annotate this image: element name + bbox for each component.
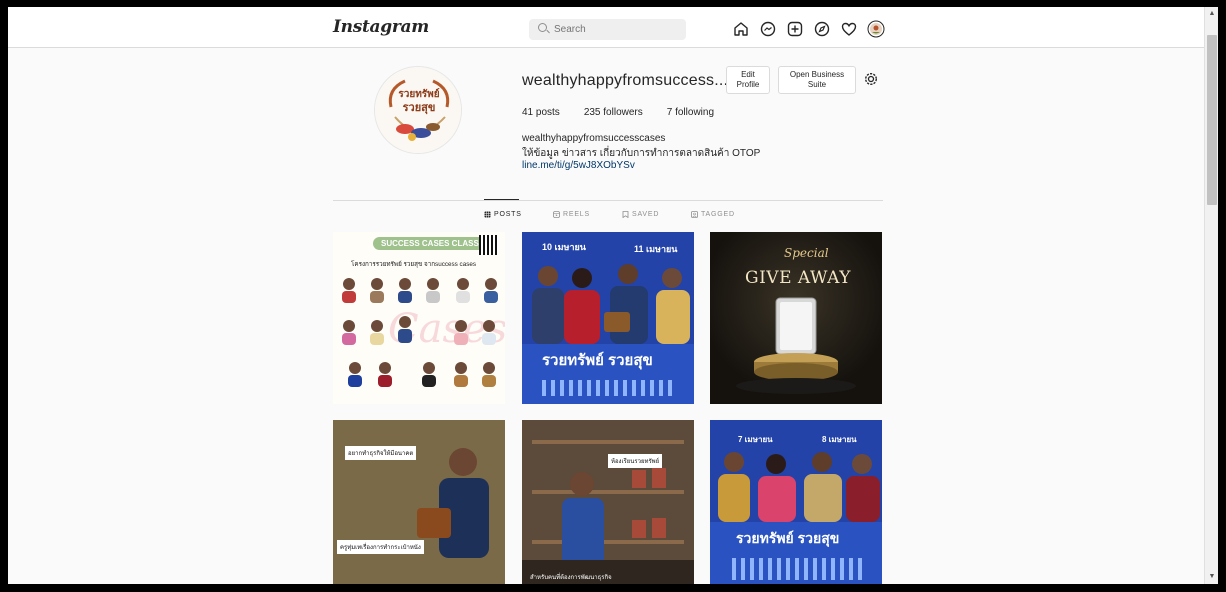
post-caption-top: อยากทำธุรกิจให้มีอนาคต <box>345 446 417 460</box>
followers-count: 235 <box>583 107 601 118</box>
tab-tagged[interactable]: TAGGED <box>691 211 735 218</box>
following-count: 7 <box>666 107 673 118</box>
bio-full-name: wealthyhappyfromsuccesscases <box>522 133 666 144</box>
search-box[interactable] <box>529 19 686 40</box>
post-date-left: 10 เมษายน <box>542 242 586 252</box>
instagram-logo[interactable]: Instagram <box>333 17 429 37</box>
post-banner: รวยทรัพย์ รวยสุข <box>522 344 694 404</box>
search-icon <box>538 23 547 32</box>
profile-avatar[interactable]: รวยทรัพย์ รวยสุข <box>374 66 462 154</box>
followers-label: followers <box>603 107 643 118</box>
post-caption-bottom: สำหรับคนที่ต้องการพัฒนาธุรกิจ <box>530 575 612 581</box>
search-input[interactable] <box>554 22 674 37</box>
business-suite-label-line1: Open Business <box>789 70 845 79</box>
post-title: โครงการรวยทรัพย์ รวยสุข จากsuccess cases <box>351 261 476 268</box>
tab-tagged-label: TAGGED <box>701 211 735 218</box>
logo-text-line1: รวยทรัพย์ <box>398 88 439 100</box>
followers-stat[interactable]: 235 followers <box>584 107 643 118</box>
brand-logo-image: รวยทรัพย์ รวยสุข <box>375 67 461 153</box>
icon-strip-decoration <box>542 380 672 396</box>
tag-icon <box>691 211 698 218</box>
tab-reels[interactable]: REELS <box>553 211 622 218</box>
following-label: following <box>675 107 715 118</box>
vertical-scrollbar[interactable]: ▲ ▼ <box>1204 7 1218 584</box>
post-date-right: 8 เมษายน <box>822 435 857 444</box>
business-suite-label-line2: Suite <box>807 80 827 89</box>
profile-stats: 41 posts 235 followers 7 following <box>522 107 714 118</box>
post-badge: SUCCESS CASES CLASS <box>373 237 487 250</box>
browser-window: Instagram รวยทรัพย์ รวยสุข wea <box>8 7 1218 584</box>
home-icon[interactable] <box>732 20 750 38</box>
qr-code-image <box>479 235 499 255</box>
post-banner-text: รวยทรัพย์ รวยสุข <box>542 352 653 369</box>
post-banner-text: รวยทรัพย์ รวยสุข <box>736 530 840 546</box>
edit-profile-label-line2: Profile <box>736 80 760 89</box>
tab-saved-label: SAVED <box>632 211 660 218</box>
post-date-left: 7 เมษายน <box>738 435 773 444</box>
presenters-photo <box>718 452 880 522</box>
post-script-text: Special <box>784 246 829 260</box>
post-tile[interactable]: อยากทำธุรกิจให้มีอนาคต ครูทุ่มเทเรื่องกา… <box>333 420 505 584</box>
scroll-thumb[interactable] <box>1207 35 1217 205</box>
posts-label: posts <box>535 107 560 118</box>
posts-stat: 41 posts <box>522 107 560 118</box>
post-tile[interactable]: SUCCESS CASES CLASS โครงการรวยทรัพย์ รวย… <box>333 232 505 404</box>
profile-username: wealthyhappyfromsuccess... <box>522 72 729 89</box>
settings-gear-icon[interactable] <box>864 72 878 86</box>
active-tab-indicator <box>484 199 519 200</box>
post-headline: GIVE AWAY <box>745 268 851 288</box>
post-tile[interactable]: Special GIVE AWAY <box>710 232 882 404</box>
edit-profile-button[interactable]: Edit Profile <box>726 66 770 94</box>
presenters-photo <box>532 264 690 344</box>
tab-reels-label: REELS <box>563 211 590 218</box>
bio-external-link[interactable]: line.me/ti/g/5wJ8XObYSv <box>522 160 635 171</box>
logo-text-line2: รวยสุข <box>403 101 436 115</box>
grid-icon <box>484 211 491 218</box>
post-tile[interactable]: 7 เมษายน 8 เมษายน รวยทรัพย์ รวยสุข <box>710 420 882 584</box>
scroll-down-arrow-icon[interactable]: ▼ <box>1205 570 1218 584</box>
scroll-up-arrow-icon[interactable]: ▲ <box>1205 7 1218 21</box>
following-stat[interactable]: 7 following <box>667 107 714 118</box>
tab-saved[interactable]: SAVED <box>622 211 691 218</box>
activity-heart-icon[interactable] <box>840 20 858 38</box>
post-caption-top: ห้องเรียนรวยทรัพย์ <box>608 454 663 468</box>
top-navigation-bar: Instagram <box>8 7 1204 48</box>
profile-avatar-icon[interactable] <box>867 20 885 38</box>
workshop-photo <box>522 420 694 584</box>
profile-tabs: POSTS REELS SAVED TAGGED <box>484 211 735 218</box>
post-tile[interactable]: ห้องเรียนรวยทรัพย์ สำหรับคนที่ต้องการพัฒ… <box>522 420 694 584</box>
edit-profile-label-line1: Edit <box>741 70 755 79</box>
tablet-prize-image <box>736 297 856 394</box>
messenger-icon[interactable] <box>759 20 777 38</box>
nav-icon-group <box>732 20 885 38</box>
new-post-icon[interactable] <box>786 20 804 38</box>
icon-strip-decoration <box>732 558 862 580</box>
people-collage-image: Cases <box>342 278 505 387</box>
artisan-photo <box>333 420 505 584</box>
tabs-divider <box>333 200 883 201</box>
post-banner: รวยทรัพย์ รวยสุข <box>710 522 882 584</box>
tab-posts-label: POSTS <box>494 211 522 218</box>
post-caption-bottom: ครูทุ่มเทเรื่องการทำกระเป๋าหนัง <box>337 540 424 554</box>
open-business-suite-button[interactable]: Open Business Suite <box>778 66 856 94</box>
tab-posts[interactable]: POSTS <box>484 211 553 218</box>
posts-count: 41 <box>522 107 534 118</box>
explore-icon[interactable] <box>813 20 831 38</box>
reels-icon <box>553 211 560 218</box>
post-tile[interactable]: 10 เมษายน 11 เมษายน รวยทรัพย์ รวยสุข <box>522 232 694 404</box>
bookmark-icon <box>622 211 629 218</box>
bio-description: ให้ข้อมูล ข่าวสาร เกี่ยวกับการทำการตลาดส… <box>522 148 761 159</box>
